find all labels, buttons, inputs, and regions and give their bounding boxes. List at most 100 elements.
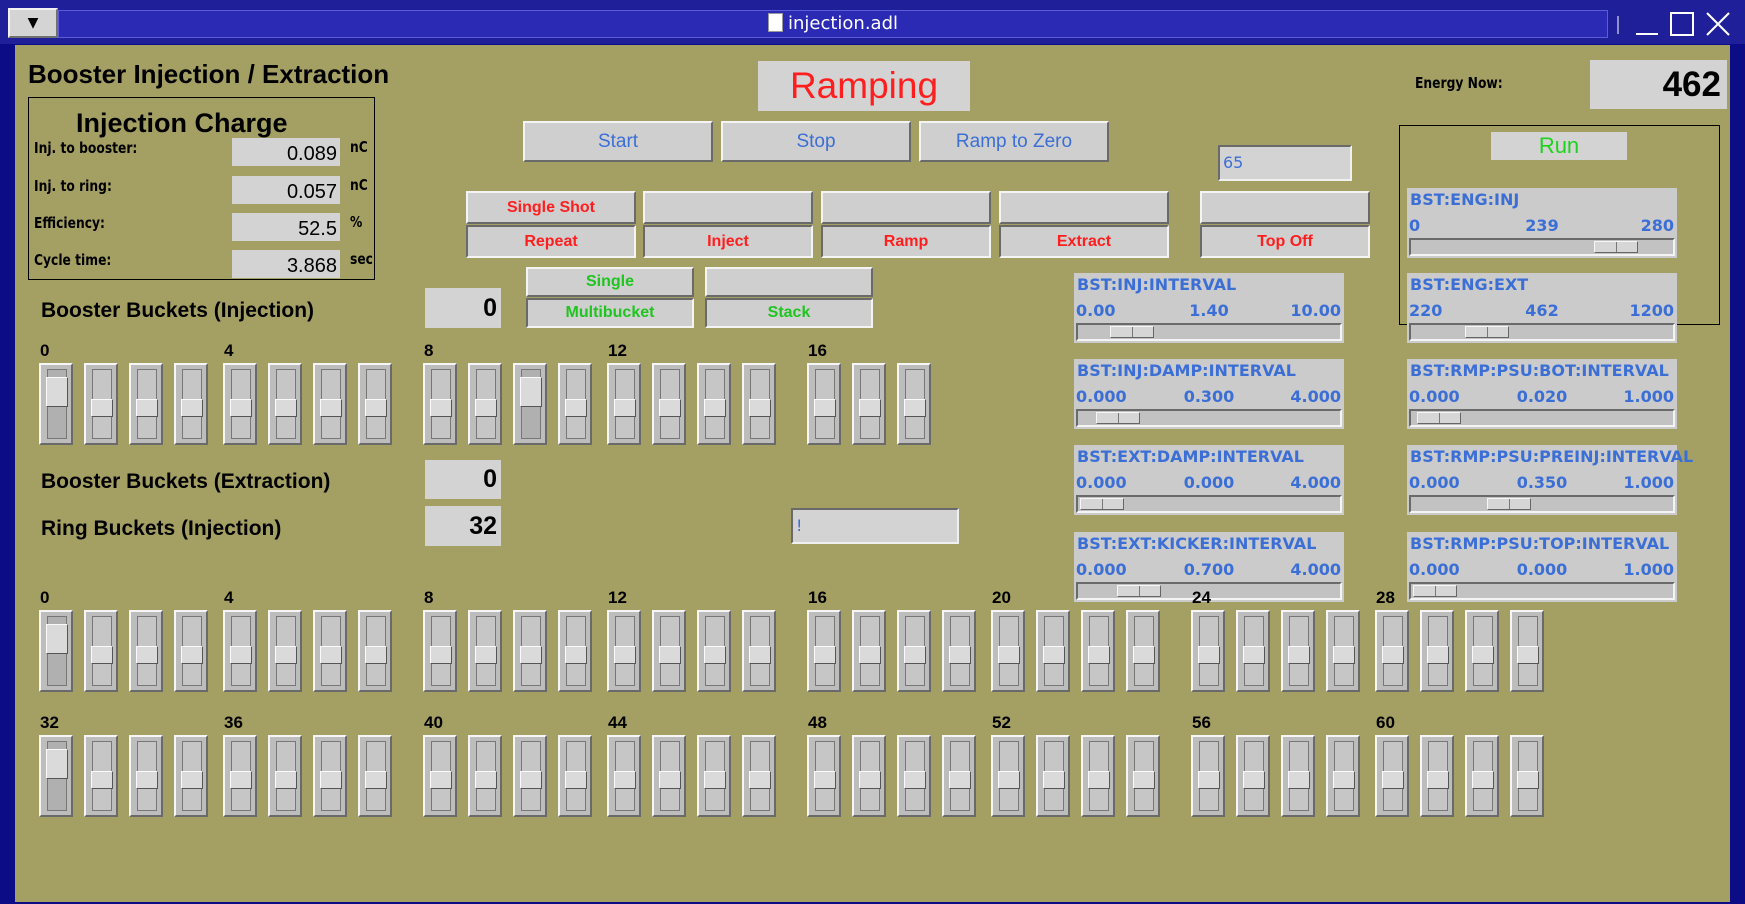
- bucket-switch[interactable]: [1333, 771, 1355, 789]
- bucket-switch[interactable]: [859, 646, 881, 664]
- slider-track[interactable]: [1409, 238, 1675, 256]
- stack-button[interactable]: Stack: [705, 298, 873, 328]
- bucket-switch[interactable]: [659, 399, 681, 417]
- bucket-switch[interactable]: [998, 646, 1020, 664]
- bucket-switch[interactable]: [1133, 646, 1155, 664]
- bucket-toggle[interactable]: [1375, 735, 1409, 817]
- bucket-switch[interactable]: [998, 771, 1020, 789]
- bucket-switch[interactable]: [430, 399, 452, 417]
- bucket-toggle[interactable]: [742, 610, 776, 692]
- blank-mode-button[interactable]: [705, 267, 873, 297]
- bucket-toggle[interactable]: [607, 610, 641, 692]
- bucket-switch[interactable]: [136, 646, 158, 664]
- mode-button-top[interactable]: [821, 191, 991, 224]
- bucket-toggle[interactable]: [39, 735, 73, 817]
- bucket-toggle[interactable]: [897, 735, 931, 817]
- bucket-toggle[interactable]: [558, 363, 592, 445]
- bucket-switch[interactable]: [275, 399, 297, 417]
- slider-bst-eng-ext[interactable]: BST:ENG:EXT 220 462 1200: [1407, 273, 1677, 343]
- bucket-toggle[interactable]: [84, 363, 118, 445]
- bucket-toggle[interactable]: [852, 363, 886, 445]
- slider-bst-eng-inj[interactable]: BST:ENG:INJ 0 239 280: [1407, 188, 1677, 258]
- slider-knob[interactable]: [1594, 241, 1639, 253]
- bucket-switch[interactable]: [275, 646, 297, 664]
- bucket-switch[interactable]: [320, 771, 342, 789]
- bucket-switch[interactable]: [614, 399, 636, 417]
- bucket-switch[interactable]: [1043, 771, 1065, 789]
- bucket-switch[interactable]: [1427, 771, 1449, 789]
- slider-knob[interactable]: [1095, 412, 1140, 424]
- bucket-toggle[interactable]: [652, 610, 686, 692]
- bucket-switch[interactable]: [814, 399, 836, 417]
- stop-button[interactable]: Stop: [721, 121, 911, 162]
- bucket-switch[interactable]: [46, 749, 68, 779]
- bucket-toggle[interactable]: [607, 363, 641, 445]
- mode-button-top-off[interactable]: Top Off: [1200, 225, 1370, 258]
- bucket-switch[interactable]: [365, 646, 387, 664]
- mode-button-extract[interactable]: Extract: [999, 225, 1169, 258]
- slider-knob[interactable]: [1465, 326, 1510, 338]
- bucket-switch[interactable]: [904, 771, 926, 789]
- bucket-toggle[interactable]: [1126, 610, 1160, 692]
- bucket-toggle[interactable]: [513, 735, 547, 817]
- bucket-switch[interactable]: [475, 646, 497, 664]
- bucket-toggle[interactable]: [174, 735, 208, 817]
- bucket-toggle[interactable]: [1036, 735, 1070, 817]
- bucket-switch[interactable]: [1133, 771, 1155, 789]
- bucket-toggle[interactable]: [313, 735, 347, 817]
- bucket-switch[interactable]: [659, 646, 681, 664]
- bucket-toggle[interactable]: [807, 363, 841, 445]
- bucket-toggle[interactable]: [652, 363, 686, 445]
- start-button[interactable]: Start: [523, 121, 713, 162]
- bucket-toggle[interactable]: [652, 735, 686, 817]
- bucket-switch[interactable]: [614, 771, 636, 789]
- bucket-toggle[interactable]: [1375, 610, 1409, 692]
- bucket-toggle[interactable]: [313, 363, 347, 445]
- mode-button-top[interactable]: [1200, 191, 1370, 224]
- bucket-switch[interactable]: [230, 399, 252, 417]
- bucket-toggle[interactable]: [807, 735, 841, 817]
- bucket-toggle[interactable]: [223, 363, 257, 445]
- bucket-switch[interactable]: [520, 771, 542, 789]
- bucket-toggle[interactable]: [1510, 610, 1544, 692]
- mode-button-top[interactable]: [643, 191, 813, 224]
- bucket-switch[interactable]: [704, 646, 726, 664]
- bucket-toggle[interactable]: [513, 363, 547, 445]
- bucket-switch[interactable]: [1517, 646, 1539, 664]
- bucket-switch[interactable]: [475, 399, 497, 417]
- bucket-toggle[interactable]: [39, 363, 73, 445]
- bucket-toggle[interactable]: [268, 363, 302, 445]
- bucket-toggle[interactable]: [468, 735, 502, 817]
- bucket-toggle[interactable]: [1281, 735, 1315, 817]
- bucket-toggle[interactable]: [1236, 735, 1270, 817]
- bucket-toggle[interactable]: [558, 735, 592, 817]
- bucket-switch[interactable]: [749, 399, 771, 417]
- bucket-toggle[interactable]: [129, 363, 163, 445]
- minimize-icon[interactable]: [1632, 10, 1660, 38]
- bucket-toggle[interactable]: [897, 610, 931, 692]
- bucket-toggle[interactable]: [558, 610, 592, 692]
- bucket-toggle[interactable]: [358, 363, 392, 445]
- bucket-toggle[interactable]: [1126, 735, 1160, 817]
- bucket-switch[interactable]: [91, 399, 113, 417]
- bucket-toggle[interactable]: [1420, 735, 1454, 817]
- bucket-switch[interactable]: [859, 399, 881, 417]
- bucket-switch[interactable]: [1333, 646, 1355, 664]
- bucket-switch[interactable]: [859, 771, 881, 789]
- bucket-switch[interactable]: [1243, 646, 1265, 664]
- bucket-toggle[interactable]: [1191, 735, 1225, 817]
- bucket-toggle[interactable]: [1465, 735, 1499, 817]
- bucket-toggle[interactable]: [268, 735, 302, 817]
- slider-track[interactable]: [1409, 323, 1675, 341]
- bucket-toggle[interactable]: [84, 735, 118, 817]
- bucket-toggle[interactable]: [742, 735, 776, 817]
- bucket-switch[interactable]: [181, 399, 203, 417]
- bucket-switch[interactable]: [520, 646, 542, 664]
- bucket-toggle[interactable]: [1236, 610, 1270, 692]
- bucket-switch[interactable]: [704, 771, 726, 789]
- bucket-switch[interactable]: [1043, 646, 1065, 664]
- slider-knob[interactable]: [1080, 498, 1124, 510]
- bucket-switch[interactable]: [704, 399, 726, 417]
- bucket-toggle[interactable]: [84, 610, 118, 692]
- close-icon[interactable]: [1704, 10, 1732, 38]
